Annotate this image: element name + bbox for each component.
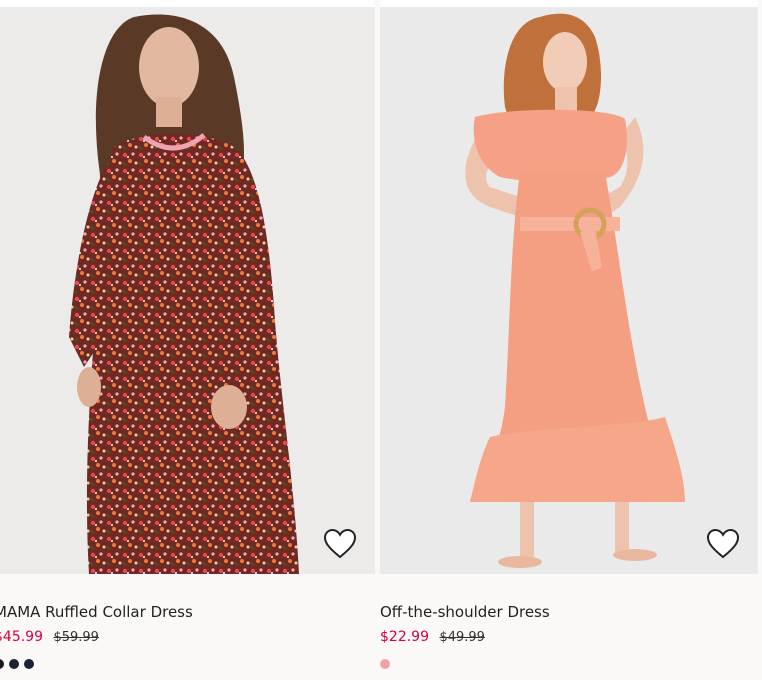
color-swatches bbox=[0, 659, 34, 669]
product-image[interactable] bbox=[380, 0, 758, 574]
heart-outline-icon[interactable] bbox=[706, 528, 740, 560]
color-swatch[interactable] bbox=[0, 659, 4, 669]
product-photo-coral-dress bbox=[465, 13, 685, 568]
original-price: $49.99 bbox=[439, 630, 485, 645]
sale-price: $45.99 bbox=[0, 629, 43, 645]
color-swatch[interactable] bbox=[380, 659, 390, 669]
color-swatch[interactable] bbox=[9, 659, 19, 669]
color-swatches bbox=[380, 659, 390, 669]
product-photo-floral-dress bbox=[69, 14, 300, 574]
product-card-mama-ruffled-collar-dress[interactable]: MAMA Ruffled Collar Dress $45.99 $59.99 bbox=[0, 0, 375, 669]
product-title[interactable]: Off-the-shoulder Dress bbox=[380, 603, 550, 621]
product-prices: $22.99 $49.99 bbox=[380, 629, 485, 645]
color-swatch[interactable] bbox=[24, 659, 34, 669]
product-title[interactable]: MAMA Ruffled Collar Dress bbox=[0, 603, 193, 621]
product-prices: $45.99 $59.99 bbox=[0, 629, 99, 645]
product-card-off-the-shoulder-dress[interactable]: Off-the-shoulder Dress $22.99 $49.99 bbox=[380, 0, 758, 669]
sale-price: $22.99 bbox=[380, 629, 429, 645]
product-image[interactable] bbox=[0, 0, 375, 574]
heart-outline-icon[interactable] bbox=[323, 528, 357, 560]
original-price: $59.99 bbox=[53, 630, 99, 645]
